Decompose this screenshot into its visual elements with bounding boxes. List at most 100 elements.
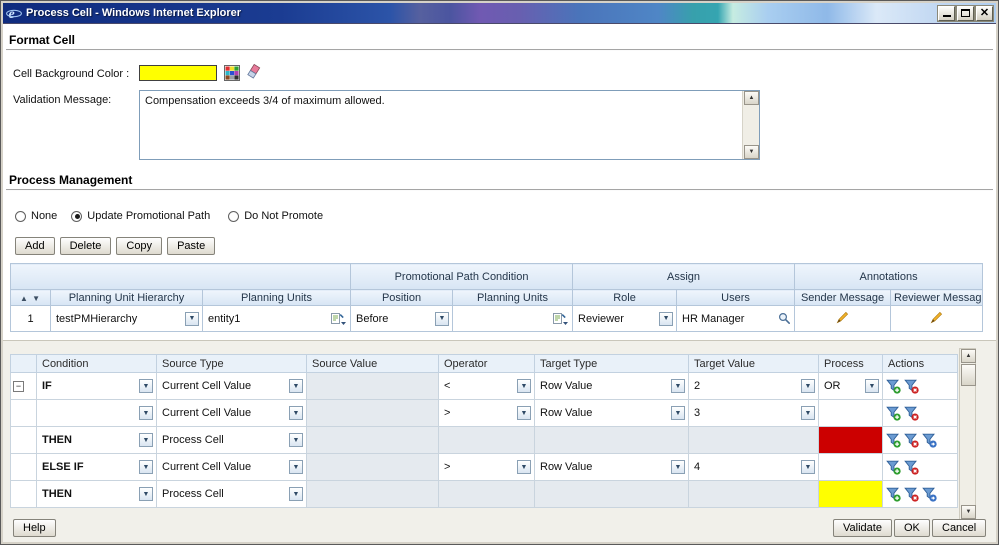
dropdown-icon[interactable] (289, 433, 303, 447)
role-cell[interactable]: Reviewer (573, 306, 677, 332)
radio-selected-icon[interactable] (71, 211, 82, 222)
process-cell[interactable] (819, 427, 883, 454)
collapse-icon[interactable]: − (13, 381, 24, 392)
condition-cell[interactable] (37, 400, 157, 427)
process-cell[interactable]: OR (819, 373, 883, 400)
member-selector-icon[interactable] (553, 312, 569, 326)
add-condition-icon[interactable] (886, 487, 901, 502)
cell-background-color-swatch[interactable] (139, 65, 217, 81)
dropdown-icon[interactable] (139, 406, 153, 420)
move-up-icon[interactable]: ▲ (20, 294, 29, 303)
source-type-cell[interactable]: Process Cell (157, 481, 307, 508)
cancel-button[interactable]: Cancel (932, 519, 986, 537)
radio-icon[interactable] (15, 211, 26, 222)
dropdown-icon[interactable] (517, 460, 531, 474)
maximize-button[interactable] (957, 6, 974, 21)
process-cell[interactable] (819, 481, 883, 508)
dropdown-icon[interactable] (671, 379, 685, 393)
source-type-cell[interactable]: Current Cell Value (157, 400, 307, 427)
target-value-cell[interactable]: 2 (689, 373, 819, 400)
promo-planning-units-cell[interactable] (453, 306, 573, 332)
dropdown-icon[interactable] (289, 460, 303, 474)
target-type-cell[interactable]: Row Value (535, 400, 689, 427)
dropdown-icon[interactable] (801, 379, 815, 393)
dropdown-icon[interactable] (139, 433, 153, 447)
scroll-up-icon[interactable]: ▲ (961, 349, 976, 363)
sender-message-edit-icon[interactable] (836, 310, 850, 324)
delete-condition-icon[interactable] (904, 406, 919, 421)
scroll-up-icon[interactable]: ▲ (744, 91, 759, 105)
delete-condition-icon[interactable] (904, 379, 919, 394)
dropdown-icon[interactable] (801, 460, 815, 474)
reviewer-message-edit-icon[interactable] (930, 310, 944, 324)
process-cell[interactable] (819, 454, 883, 481)
color-palette-icon[interactable] (224, 65, 240, 81)
dropdown-icon[interactable] (289, 379, 303, 393)
member-selector-icon[interactable] (331, 312, 347, 326)
dropdown-icon[interactable] (139, 379, 153, 393)
condition-cell[interactable]: THEN (37, 427, 157, 454)
condition-cell[interactable]: ELSE IF (37, 454, 157, 481)
source-type-cell[interactable]: Process Cell (157, 427, 307, 454)
add-button[interactable]: Add (15, 237, 55, 255)
dropdown-icon[interactable] (185, 312, 199, 326)
ok-button[interactable]: OK (894, 519, 930, 537)
reorder-header[interactable]: ▲ ▼ (11, 290, 51, 306)
source-type-cell[interactable]: Current Cell Value (157, 454, 307, 481)
operator-cell[interactable]: < (439, 373, 535, 400)
pane-scrollbar[interactable]: ▲ ▼ (959, 348, 976, 520)
process-condition-icon[interactable] (922, 487, 937, 502)
minimize-button[interactable] (938, 6, 955, 21)
paste-button[interactable]: Paste (167, 237, 215, 255)
target-value-cell[interactable]: 4 (689, 454, 819, 481)
dropdown-icon[interactable] (517, 406, 531, 420)
title-bar[interactable]: e Process Cell - Windows Internet Explor… (3, 3, 996, 24)
dropdown-icon[interactable] (517, 379, 531, 393)
scrollbar-thumb[interactable] (961, 364, 976, 386)
process-condition-icon[interactable] (922, 433, 937, 448)
planning-units-cell[interactable]: entity1 (203, 306, 351, 332)
delete-condition-icon[interactable] (904, 487, 919, 502)
move-down-icon[interactable]: ▼ (32, 294, 41, 303)
scroll-down-icon[interactable]: ▼ (744, 145, 759, 159)
dropdown-icon[interactable] (671, 460, 685, 474)
source-type-cell[interactable]: Current Cell Value (157, 373, 307, 400)
radio-do-not-promote[interactable]: Do Not Promote (228, 210, 323, 222)
process-cell[interactable] (819, 400, 883, 427)
dropdown-icon[interactable] (139, 487, 153, 501)
target-value-cell[interactable]: 3 (689, 400, 819, 427)
add-condition-icon[interactable] (886, 406, 901, 421)
dropdown-icon[interactable] (139, 460, 153, 474)
target-type-cell[interactable]: Row Value (535, 454, 689, 481)
target-type-cell[interactable]: Row Value (535, 373, 689, 400)
operator-cell[interactable]: > (439, 454, 535, 481)
dropdown-icon[interactable] (435, 312, 449, 326)
radio-update-promotional-path[interactable]: Update Promotional Path (71, 210, 210, 222)
validate-button[interactable]: Validate (833, 519, 892, 537)
delete-button[interactable]: Delete (60, 237, 112, 255)
radio-icon[interactable] (228, 211, 239, 222)
hierarchy-cell[interactable]: testPMHierarchy (51, 306, 203, 332)
textarea-scrollbar[interactable]: ▲ ▼ (742, 91, 759, 159)
position-cell[interactable]: Before (351, 306, 453, 332)
dropdown-icon[interactable] (671, 406, 685, 420)
condition-cell[interactable]: THEN (37, 481, 157, 508)
radio-none[interactable]: None (15, 210, 57, 222)
users-cell[interactable]: HR Manager (677, 306, 795, 332)
validation-message-input[interactable]: Compensation exceeds 3/4 of maximum allo… (139, 90, 760, 160)
copy-button[interactable]: Copy (116, 237, 162, 255)
add-condition-icon[interactable] (886, 460, 901, 475)
dropdown-icon[interactable] (289, 406, 303, 420)
help-button[interactable]: Help (13, 519, 56, 537)
add-condition-icon[interactable] (886, 379, 901, 394)
close-button[interactable]: ✕ (976, 6, 993, 21)
condition-cell[interactable]: IF (37, 373, 157, 400)
dropdown-icon[interactable] (289, 487, 303, 501)
eraser-icon[interactable] (246, 63, 261, 81)
dropdown-icon[interactable] (865, 379, 879, 393)
sender-message-cell[interactable] (795, 306, 891, 332)
dropdown-icon[interactable] (801, 406, 815, 420)
reviewer-message-cell[interactable] (891, 306, 983, 332)
search-icon[interactable] (778, 312, 791, 325)
delete-condition-icon[interactable] (904, 460, 919, 475)
